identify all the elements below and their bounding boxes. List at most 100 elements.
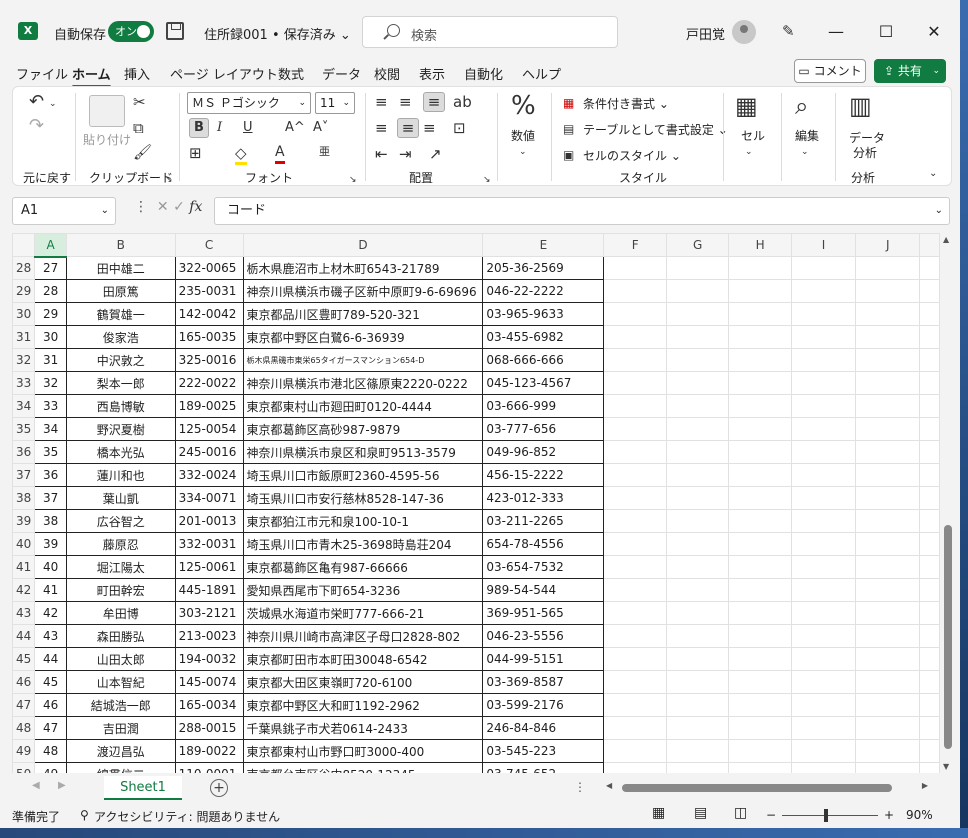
cell-name[interactable]: 橋本光弘	[65, 440, 176, 464]
row-header[interactable]: 50	[12, 762, 36, 773]
cell-code[interactable]: 35	[34, 440, 67, 464]
data-analysis-line2[interactable]: 分析	[853, 144, 877, 161]
cell-empty[interactable]	[919, 601, 940, 625]
collapse-ribbon-icon[interactable]: ⌄	[929, 165, 937, 183]
row-header[interactable]: 42	[12, 578, 36, 602]
cell-name[interactable]: 田中雄二	[65, 256, 176, 280]
cell-address[interactable]: 東京都葛飾区亀有987-66666	[242, 555, 484, 579]
cell-empty[interactable]	[855, 371, 921, 395]
column-header-c[interactable]: C	[174, 233, 244, 257]
dialog-launcher-icon[interactable]: ↘	[483, 171, 491, 189]
cell-name[interactable]: 広谷智之	[65, 509, 176, 533]
cell-empty[interactable]	[855, 394, 921, 418]
cell-empty[interactable]	[728, 279, 792, 303]
cell-empty[interactable]	[855, 440, 921, 464]
cell-zip[interactable]: 189-0022	[174, 739, 244, 763]
cell-empty[interactable]	[855, 601, 921, 625]
cell-empty[interactable]	[855, 532, 921, 556]
cell-empty[interactable]	[919, 325, 940, 349]
cell-address[interactable]: 埼玉県川口市青木25-3698時島荘204	[242, 532, 484, 556]
close-button[interactable]: ✕	[914, 18, 954, 46]
cell-name[interactable]: 山本智紀	[65, 670, 176, 694]
more-icon[interactable]: ⋮	[134, 199, 148, 215]
cell-code[interactable]: 36	[34, 463, 67, 487]
cell-empty[interactable]	[919, 394, 940, 418]
spreadsheet-grid[interactable]: A B C D E F G H I J 28 27 田中雄二 322-0065 栃木県鹿…	[12, 233, 940, 773]
cell-empty[interactable]	[665, 670, 730, 694]
cell-code[interactable]: 33	[34, 394, 67, 418]
cell-address[interactable]: 東京都品川区豊町789-520-321	[242, 302, 484, 326]
cell-empty[interactable]	[665, 578, 730, 602]
cell-zip[interactable]: 125-0061	[174, 555, 244, 579]
column-header-f[interactable]: F	[603, 233, 667, 257]
cell-zip[interactable]: 165-0035	[174, 325, 244, 349]
italic-button[interactable]: I	[217, 119, 222, 137]
cell-empty[interactable]	[919, 348, 940, 372]
cell-name[interactable]: 鶴賀雄一	[65, 302, 176, 326]
cell-empty[interactable]	[665, 256, 730, 280]
name-box[interactable]: A1 ⌄	[12, 197, 116, 225]
minimize-button[interactable]: —	[816, 18, 856, 46]
cell-zip[interactable]: 245-0016	[174, 440, 244, 464]
cell-empty[interactable]	[728, 647, 792, 671]
scroll-up-icon[interactable]: ▲	[943, 235, 949, 244]
row-header[interactable]: 46	[12, 670, 36, 694]
cell-zip[interactable]: 235-0031	[174, 279, 244, 303]
cell-address[interactable]: 神奈川県横浜市泉区和泉町9513-3579	[242, 440, 484, 464]
row-header[interactable]: 41	[12, 555, 36, 579]
wrap-text-icon[interactable]: ab	[453, 93, 472, 111]
cell-name[interactable]: 結城浩一郎	[65, 693, 176, 717]
cell-empty[interactable]	[790, 624, 857, 648]
cell-empty[interactable]	[603, 486, 667, 510]
cell-empty[interactable]	[790, 279, 857, 303]
cell-phone[interactable]: 03-666-999	[482, 394, 605, 418]
cell-empty[interactable]	[665, 302, 730, 326]
cell-empty[interactable]	[855, 325, 921, 349]
cell-zip[interactable]: 142-0042	[174, 302, 244, 326]
number-format-icon[interactable]: %	[511, 91, 536, 121]
cell-empty[interactable]	[790, 670, 857, 694]
row-header[interactable]: 30	[12, 302, 36, 326]
cell-empty[interactable]	[790, 578, 857, 602]
cell-empty[interactable]	[728, 762, 792, 773]
cell-zip[interactable]: 303-2121	[174, 601, 244, 625]
row-header[interactable]: 28	[12, 256, 36, 280]
cell-empty[interactable]	[855, 647, 921, 671]
undo-icon[interactable]: ↶	[29, 93, 44, 111]
cell-name[interactable]: 渡辺昌弘	[65, 739, 176, 763]
cell-code[interactable]: 37	[34, 486, 67, 510]
cell-address[interactable]: 東京都東村山市廻田町0120-4444	[242, 394, 484, 418]
cell-empty[interactable]	[728, 486, 792, 510]
tab-review[interactable]: 校閲	[374, 64, 400, 83]
cell-address[interactable]: 東京都葛飾区高砂987-9879	[242, 417, 484, 441]
cell-code[interactable]: 47	[34, 716, 67, 740]
cell-code[interactable]: 34	[34, 417, 67, 441]
cell-empty[interactable]	[665, 440, 730, 464]
row-header[interactable]: 45	[12, 647, 36, 671]
cell-empty[interactable]	[728, 532, 792, 556]
row-header[interactable]: 35	[12, 417, 36, 441]
cell-empty[interactable]	[790, 371, 857, 395]
row-header[interactable]: 36	[12, 440, 36, 464]
cell-zip[interactable]: 325-0016	[174, 348, 244, 372]
tab-data[interactable]: データ	[322, 64, 361, 83]
cell-empty[interactable]	[603, 716, 667, 740]
horizontal-scrollbar[interactable]: ◀ ▶	[602, 781, 932, 795]
cell-empty[interactable]	[603, 555, 667, 579]
zoom-out-button[interactable]: −	[766, 808, 776, 822]
cell-empty[interactable]	[665, 532, 730, 556]
cell-empty[interactable]	[790, 601, 857, 625]
cell-empty[interactable]	[603, 693, 667, 717]
cell-phone[interactable]: 03-965-9633	[482, 302, 605, 326]
cell-empty[interactable]	[603, 624, 667, 648]
cell-empty[interactable]	[665, 739, 730, 763]
cell-name[interactable]: 吉田潤	[65, 716, 176, 740]
cell-empty[interactable]	[919, 762, 940, 773]
cell-zip[interactable]: 110-0001	[174, 762, 244, 773]
cell-zip[interactable]: 213-0023	[174, 624, 244, 648]
cell-empty[interactable]	[603, 417, 667, 441]
cell-empty[interactable]	[790, 256, 857, 280]
cell-phone[interactable]: 03-545-223	[482, 739, 605, 763]
cell-zip[interactable]: 125-0054	[174, 417, 244, 441]
cell-empty[interactable]	[855, 555, 921, 579]
